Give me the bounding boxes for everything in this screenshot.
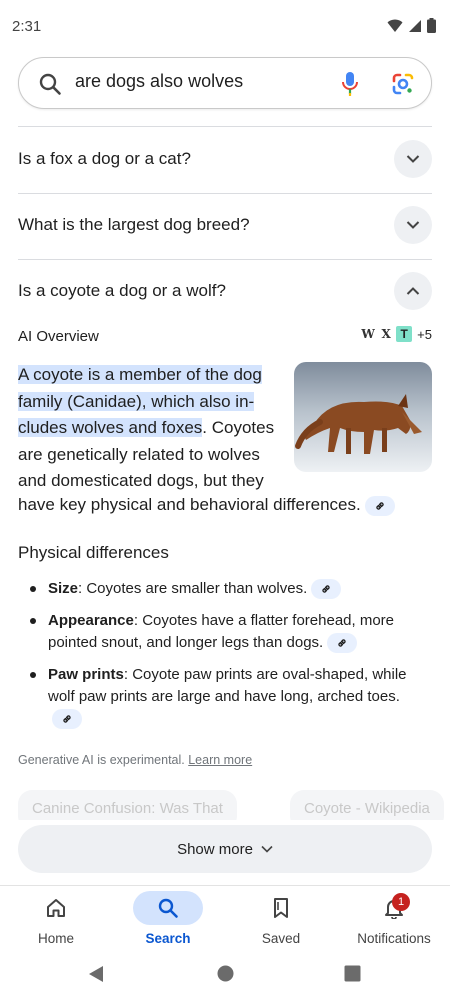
source-favicon-icon: W xyxy=(361,327,375,341)
nav-home[interactable]: Home xyxy=(0,886,112,956)
source-card-title: Canine Confusion: Was That xyxy=(32,800,223,817)
ai-overview-text: A coyote is a member of the dog family (… xyxy=(18,362,286,495)
link-icon xyxy=(376,501,384,510)
back-icon[interactable] xyxy=(87,965,105,983)
status-icons xyxy=(387,18,436,33)
chevron-up-icon xyxy=(406,287,420,295)
search-input[interactable] xyxy=(75,71,325,92)
bullet-term: Size xyxy=(48,580,79,597)
google-lens-icon[interactable] xyxy=(391,72,415,96)
chevron-down-icon xyxy=(406,221,420,229)
nav-icon-wrap xyxy=(246,891,316,925)
chevron-down-icon xyxy=(406,155,420,163)
source-cards: Canine Confusion: Was That Coyote - Wiki… xyxy=(18,790,450,820)
ai-disclaimer: Generative AI is experimental. Learn mor… xyxy=(18,753,252,767)
overview-text: have key physical and behavioral differe… xyxy=(18,495,361,514)
source-link-chip[interactable] xyxy=(364,495,395,516)
list-item: Size: Coyotes are smaller than wolves. xyxy=(18,578,418,600)
coyote-image[interactable] xyxy=(294,362,432,472)
nav-label: Home xyxy=(37,931,74,946)
home-button-icon[interactable] xyxy=(217,965,234,982)
highlighted-text: family (Canidae), which also in- xyxy=(18,391,255,411)
related-question[interactable]: Is a fox a dog or a cat? xyxy=(18,127,432,193)
highlighted-text: A coyote is a member of the dog xyxy=(18,365,262,384)
question-text: What is the largest dog breed? xyxy=(18,215,250,234)
show-more-button[interactable]: Show more xyxy=(18,825,432,873)
link-icon xyxy=(338,639,346,647)
related-question[interactable]: What is the largest dog breed? xyxy=(18,193,432,259)
show-more-label: Show more xyxy=(177,840,253,858)
question-text: Is a coyote a dog or a wolf? xyxy=(18,281,226,300)
home-icon xyxy=(47,899,65,917)
expand-button[interactable] xyxy=(394,206,432,244)
overview-text: . Coyotes xyxy=(202,418,275,437)
section-heading: Physical differences xyxy=(18,543,169,562)
search-icon[interactable] xyxy=(38,72,62,96)
status-bar: 2:31 xyxy=(0,0,450,52)
ai-overview-sources[interactable]: W X T +5 xyxy=(360,326,432,342)
microphone-icon[interactable] xyxy=(341,71,359,97)
disclaimer-text: Generative AI is experimental. xyxy=(18,753,185,767)
source-card-title: Coyote - Wikipedia xyxy=(304,800,430,817)
link-icon xyxy=(63,715,71,723)
source-link-chip[interactable] xyxy=(52,709,82,730)
ai-overview-text-cont: have key physical and behavioral differe… xyxy=(18,492,418,519)
related-question-expanded[interactable]: Is a coyote a dog or a wolf? xyxy=(18,259,432,325)
nav-saved[interactable]: Saved xyxy=(225,886,337,956)
bullet-term: Appearance xyxy=(48,612,134,629)
recents-icon[interactable] xyxy=(344,965,361,982)
bullet-list: Size: Coyotes are smaller than wolves. A… xyxy=(18,578,418,740)
nav-label: Search xyxy=(145,931,191,946)
chevron-down-icon xyxy=(261,845,273,853)
learn-more-link[interactable]: Learn more xyxy=(188,753,252,767)
source-link-chip[interactable] xyxy=(327,633,358,654)
cell-signal-icon xyxy=(409,19,421,32)
system-nav xyxy=(0,956,450,1000)
link-icon xyxy=(322,585,330,593)
source-favicon-icon: X xyxy=(381,327,391,341)
source-card[interactable]: Canine Confusion: Was That xyxy=(18,790,237,820)
bookmark-icon xyxy=(274,898,288,918)
source-card[interactable]: Coyote - Wikipedia xyxy=(290,790,444,820)
list-item: Appearance: Coyotes have a flatter foreh… xyxy=(18,610,418,654)
collapse-button[interactable] xyxy=(394,272,432,310)
notification-badge: 1 xyxy=(392,893,410,911)
overview-text: are genetically related to wolves xyxy=(18,444,260,464)
nav-icon-wrap xyxy=(21,891,91,925)
question-text: Is a fox a dog or a cat? xyxy=(18,149,191,168)
nav-label: Notifications xyxy=(357,931,431,946)
status-time: 2:31 xyxy=(12,18,42,35)
search-icon xyxy=(158,898,178,918)
nav-search[interactable]: Search xyxy=(112,886,224,956)
nav-label: Saved xyxy=(261,931,301,946)
battery-icon xyxy=(427,18,436,33)
bullet-term: Paw prints xyxy=(48,666,124,683)
expand-button[interactable] xyxy=(394,140,432,178)
bullet-text: : Coyotes are smaller than wolves. xyxy=(78,580,308,597)
highlighted-text: cludes wolves and foxes xyxy=(18,418,203,437)
wifi-icon xyxy=(387,19,403,32)
source-link-chip[interactable] xyxy=(311,579,342,600)
ai-overview-label: AI Overview xyxy=(18,328,99,345)
source-favicon-icon: T xyxy=(396,326,413,342)
search-bar[interactable] xyxy=(18,57,432,109)
coyote-photo xyxy=(294,362,432,472)
overview-text: and domesticated dogs, but they xyxy=(18,471,264,490)
source-count: +5 xyxy=(417,326,432,342)
bottom-nav: Home Search Saved Notifications xyxy=(0,886,450,956)
nav-icon-wrap xyxy=(133,891,203,925)
list-item: Paw prints: Coyote paw prints are oval-s… xyxy=(18,664,418,730)
